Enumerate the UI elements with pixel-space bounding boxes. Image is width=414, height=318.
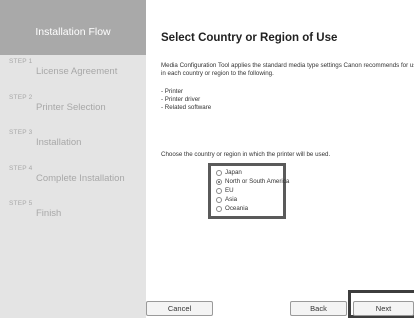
main-panel: Select Country or Region of Use Media Co… <box>146 0 414 318</box>
sidebar-header: Installation Flow <box>0 0 146 55</box>
step-label: Finish <box>36 208 62 219</box>
target-list: - Printer - Printer driver - Related sof… <box>161 88 211 112</box>
back-button[interactable]: Back <box>290 301 347 316</box>
step-number: STEP 5 <box>9 200 33 207</box>
radio-button[interactable] <box>216 169 222 176</box>
step-label: Installation <box>36 137 82 148</box>
region-radio-group: Japan North or South America EU Asia Oce… <box>208 163 289 219</box>
radio-button[interactable] <box>216 187 222 194</box>
step-complete-installation: STEP 4 Complete Installation <box>9 165 125 184</box>
target-item: - Printer driver <box>161 96 201 103</box>
description-text: Media Configuration Tool applies the sta… <box>161 62 414 78</box>
radio-button[interactable] <box>216 205 222 212</box>
step-label: Printer Selection <box>36 102 106 113</box>
next-button[interactable]: Next <box>353 301 414 316</box>
step-label: License Agreement <box>36 66 118 77</box>
region-prompt: Choose the country or region in which th… <box>161 151 331 158</box>
step-number: STEP 1 <box>9 58 33 65</box>
region-label: Oceania <box>225 205 249 212</box>
region-label: North or South America <box>225 178 290 185</box>
region-option-asia[interactable]: Asia <box>216 195 237 204</box>
step-number: STEP 2 <box>9 94 33 101</box>
region-option-eu[interactable]: EU <box>216 186 234 195</box>
region-option-north-or-south-america[interactable]: North or South America <box>216 177 289 186</box>
page-title: Select Country or Region of Use <box>161 32 338 44</box>
step-number: STEP 4 <box>9 165 33 172</box>
step-label: Complete Installation <box>36 173 125 184</box>
step-printer-selection: STEP 2 Printer Selection <box>9 94 106 113</box>
region-label: EU <box>225 187 234 194</box>
target-item: - Printer <box>161 88 184 95</box>
sidebar: Installation Flow STEP 1 License Agreeme… <box>0 0 146 318</box>
region-label: Asia <box>225 196 238 203</box>
region-option-oceania[interactable]: Oceania <box>216 204 248 213</box>
cancel-button[interactable]: Cancel <box>146 301 213 316</box>
sidebar-title: Installation Flow <box>35 26 111 38</box>
step-number: STEP 3 <box>9 129 33 136</box>
target-item: - Related software <box>161 104 212 111</box>
region-label: Japan <box>225 169 242 176</box>
radio-button-selected[interactable] <box>216 178 222 185</box>
step-license-agreement: STEP 1 License Agreement <box>9 58 117 77</box>
radio-button[interactable] <box>216 196 222 203</box>
region-option-japan[interactable]: Japan <box>216 168 242 177</box>
step-finish: STEP 5 Finish <box>9 200 61 219</box>
step-installation: STEP 3 Installation <box>9 129 81 148</box>
